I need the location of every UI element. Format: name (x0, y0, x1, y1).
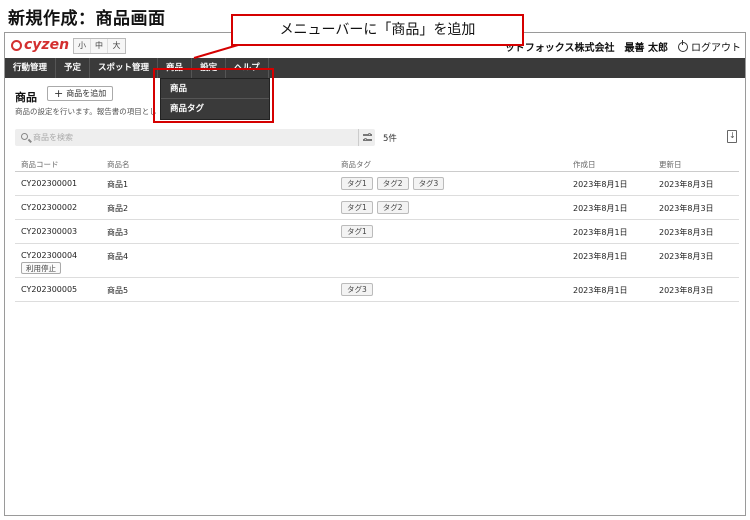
tag-chip: タグ3 (341, 283, 373, 296)
header-updated[interactable]: 更新日 (659, 159, 682, 170)
table-row[interactable]: CY202300001 商品1 タグ1 タグ2 タグ3 2023年8月1日 20… (15, 172, 739, 196)
created-date: 2023年8月1日 (573, 204, 628, 213)
tag-chip: タグ2 (376, 177, 409, 190)
font-size-large[interactable]: 大 (108, 39, 125, 53)
updated-date: 2023年8月3日 (659, 204, 714, 213)
annotation-callout: メニューバーに「商品」を追加 (231, 14, 524, 46)
product-code: CY202300001 (21, 179, 78, 188)
product-tags: タグ3 (341, 283, 373, 296)
logout-link[interactable]: ログアウト (678, 39, 741, 54)
nav-item-schedule[interactable]: 予定 (56, 58, 91, 78)
header-created[interactable]: 作成日 (573, 159, 596, 170)
products-table: 商品コード 商品名 商品タグ 作成日 更新日 CY202300001 商品1 タ… (15, 157, 739, 302)
result-count: 5件 (383, 134, 397, 144)
created-date: 2023年8月1日 (573, 252, 628, 261)
product-code: CY202300002 (21, 203, 78, 212)
table-header: 商品コード 商品名 商品タグ 作成日 更新日 (15, 157, 739, 172)
search-icon (21, 133, 28, 140)
product-tags: タグ1 タグ2 (341, 201, 409, 214)
page-title: 商品 (15, 91, 37, 104)
logo-text: cyzen (24, 37, 70, 53)
tag-chip: タグ1 (341, 201, 373, 214)
logout-label: ログアウト (691, 43, 741, 54)
updated-date: 2023年8月3日 (659, 286, 714, 295)
status-badge: 利用停止 (21, 262, 61, 274)
table-row[interactable]: CY202300003 商品3 タグ1 2023年8月1日 2023年8月3日 (15, 220, 739, 244)
callout-pointer (193, 45, 239, 59)
table-row[interactable]: CY202300004 利用停止 商品4 2023年8月1日 2023年8月3日 (15, 244, 739, 278)
updated-date: 2023年8月3日 (659, 180, 714, 189)
created-date: 2023年8月1日 (573, 180, 628, 189)
product-name: 商品4 (107, 252, 129, 261)
tag-chip: タグ1 (341, 177, 373, 190)
created-date: 2023年8月1日 (573, 228, 628, 237)
created-date: 2023年8月1日 (573, 286, 628, 295)
product-code: CY202300004 (21, 251, 78, 260)
tag-chip: タグ1 (341, 225, 373, 238)
search-bar (15, 129, 375, 146)
updated-date: 2023年8月3日 (659, 228, 714, 237)
product-name: 商品2 (107, 204, 129, 213)
filter-icon[interactable] (358, 129, 375, 146)
menu-bar: 行動管理 予定 スポット管理 商品 設定 ヘルプ (5, 58, 745, 78)
power-icon (678, 39, 688, 52)
header-code[interactable]: 商品コード (21, 159, 59, 170)
font-size-switcher: 小 中 大 (73, 38, 126, 54)
export-file-icon[interactable] (727, 130, 737, 143)
product-tags: タグ1 タグ2 タグ3 (341, 177, 445, 190)
product-name: 商品1 (107, 180, 129, 189)
dropdown-highlight-frame (153, 68, 274, 123)
table-row[interactable]: CY202300005 商品5 タグ3 2023年8月1日 2023年8月3日 (15, 278, 739, 302)
page-description: 商品の設定を行います。報告書の項目とし (15, 107, 157, 116)
logo-ring-icon (11, 39, 22, 51)
font-size-small[interactable]: 小 (74, 39, 91, 53)
product-tags: タグ1 (341, 225, 373, 238)
header-user-area: ッドフォックス株式会社 最善 太郎 ログアウト (505, 39, 741, 54)
add-product-button[interactable]: + 商品を追加 (47, 86, 114, 101)
table-row[interactable]: CY202300002 商品2 タグ1 タグ2 2023年8月1日 2023年8… (15, 196, 739, 220)
nav-item-spots[interactable]: スポット管理 (90, 58, 159, 78)
tag-chip: タグ3 (412, 177, 445, 190)
add-product-label: 商品を追加 (66, 89, 107, 98)
product-code: CY202300003 (21, 227, 78, 236)
font-size-medium[interactable]: 中 (91, 39, 108, 53)
page-heading: 新規作成：商品画面 (8, 9, 166, 29)
product-code: CY202300005 (21, 285, 78, 294)
user-name: 最善 太郎 (624, 43, 668, 54)
plus-icon: + (54, 87, 64, 100)
nav-item-activity[interactable]: 行動管理 (5, 58, 57, 78)
cyzen-logo[interactable]: cyzen (11, 37, 69, 53)
updated-date: 2023年8月3日 (659, 252, 714, 261)
header-name[interactable]: 商品名 (107, 159, 130, 170)
search-input[interactable] (33, 129, 353, 146)
app-window: cyzen 小 中 大 ッドフォックス株式会社 最善 太郎 ログアウト 行動管理… (4, 32, 746, 516)
product-name: 商品5 (107, 286, 129, 295)
tag-chip: タグ2 (376, 201, 409, 214)
product-name: 商品3 (107, 228, 129, 237)
header-tags[interactable]: 商品タグ (341, 159, 371, 170)
